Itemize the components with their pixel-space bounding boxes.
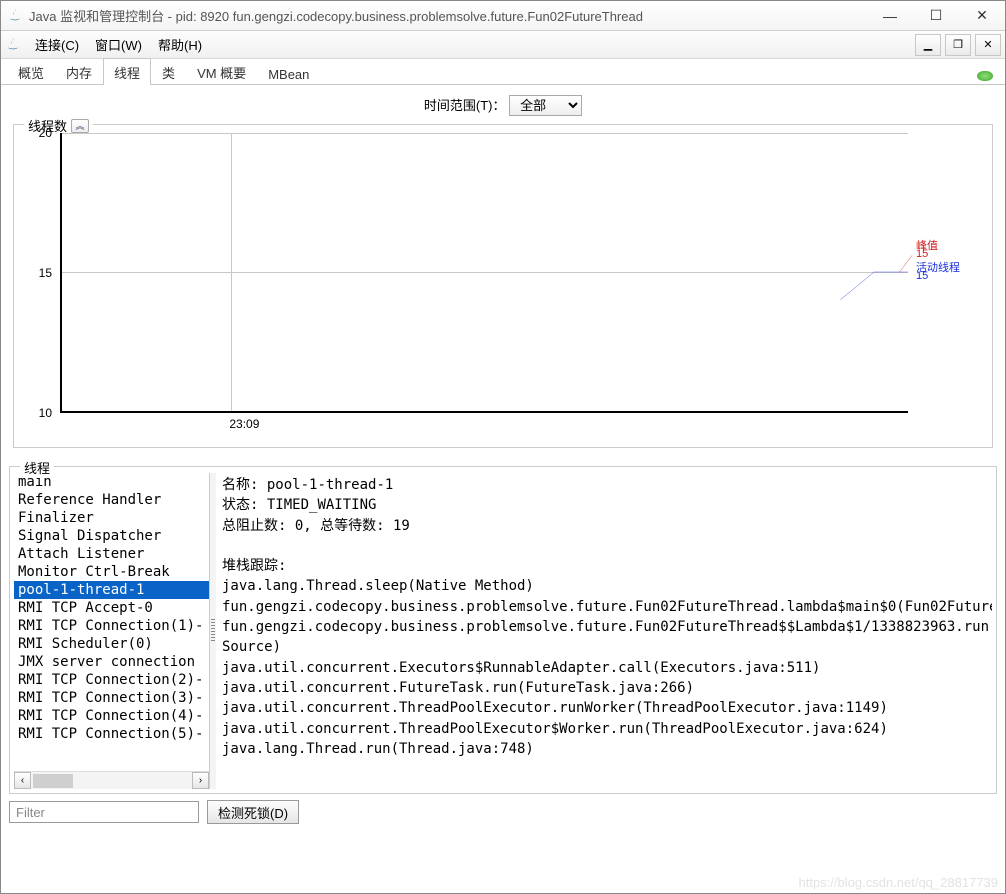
detail-blocked-line: 总阻止数: 0, 总等待数: 19	[222, 516, 986, 536]
thread-list-hscrollbar[interactable]: ‹ ›	[14, 771, 209, 789]
menu-connect[interactable]: 连接(C)	[27, 31, 87, 58]
scroll-left-icon[interactable]: ‹	[14, 772, 31, 789]
thread-list[interactable]: mainReference HandlerFinalizerSignal Dis…	[14, 473, 209, 771]
time-range-row: 时间范围(T)： 全部	[9, 91, 997, 124]
stack-frame: java.util.concurrent.FutureTask.run(Futu…	[222, 678, 986, 698]
connection-status-icon	[977, 69, 999, 84]
stack-frame: fun.gengzi.codecopy.business.problemsolv…	[222, 597, 986, 617]
thread-list-item[interactable]: RMI TCP Connection(3)-	[14, 689, 209, 707]
mdi-minimize-button[interactable]: ▁	[915, 34, 941, 56]
java-icon	[7, 8, 23, 24]
scroll-right-icon[interactable]: ›	[192, 772, 209, 789]
time-range-label: 时间范围(T)：	[424, 98, 506, 113]
thread-list-item[interactable]: RMI TCP Connection(2)-	[14, 671, 209, 689]
legend-peak-value: 15	[916, 248, 928, 260]
thread-list-item[interactable]: RMI TCP Connection(1)-	[14, 617, 209, 635]
menubar: 连接(C) 窗口(W) 帮助(H) ▁ ❐ ✕	[1, 31, 1005, 59]
detail-name-value: pool-1-thread-1	[267, 477, 393, 493]
window-controls: — ☐ ✕	[867, 1, 1005, 31]
stack-frame: java.util.concurrent.ThreadPoolExecutor.…	[222, 698, 986, 718]
mdi-close-button[interactable]: ✕	[975, 34, 1001, 56]
thread-list-item[interactable]: RMI TCP Connection(4)-	[14, 707, 209, 725]
close-button[interactable]: ✕	[959, 1, 1005, 31]
stack-frame: java.lang.Thread.sleep(Native Method)	[222, 576, 986, 596]
filter-input[interactable]	[9, 801, 199, 823]
window-title: Java 监视和管理控制台 - pid: 8920 fun.gengzi.cod…	[29, 6, 867, 25]
window-titlebar: Java 监视和管理控制台 - pid: 8920 fun.gengzi.cod…	[1, 1, 1005, 31]
detail-state-value: TIMED_WAITING	[267, 497, 377, 513]
thread-list-item[interactable]: Signal Dispatcher	[14, 527, 209, 545]
tab-vm-summary[interactable]: VM 概要	[186, 58, 257, 85]
thread-list-item[interactable]: pool-1-thread-1	[14, 581, 209, 599]
maximize-button[interactable]: ☐	[913, 1, 959, 31]
watermark: https://blog.csdn.net/qq_28817739	[799, 875, 999, 890]
menu-window[interactable]: 窗口(W)	[87, 31, 150, 58]
menu-help[interactable]: 帮助(H)	[150, 31, 210, 58]
stack-frame: java.util.concurrent.ThreadPoolExecutor$…	[222, 719, 986, 739]
plot-area	[60, 133, 908, 413]
thread-count-chart: 20 15 10 23:09 峰值 15 活动线程 15	[60, 133, 982, 443]
y-tick: 20	[39, 126, 52, 140]
stack-trace-title: 堆栈跟踪:	[222, 556, 986, 576]
thread-count-chart-panel: 线程数 ︽ 20 15 10 23:09 峰值 15 活	[13, 124, 993, 448]
tab-overview[interactable]: 概览	[7, 58, 55, 85]
thread-list-item[interactable]: Attach Listener	[14, 545, 209, 563]
detect-deadlock-button[interactable]: 检测死锁(D)	[207, 800, 299, 824]
threads-panel: 线程 mainReference HandlerFinalizerSignal …	[9, 466, 997, 794]
tab-memory[interactable]: 内存	[55, 58, 103, 85]
thread-list-item[interactable]: RMI TCP Accept-0	[14, 599, 209, 617]
collapse-chart-button[interactable]: ︽	[71, 119, 89, 133]
y-tick: 15	[39, 266, 52, 280]
thread-list-item[interactable]: RMI TCP Connection(5)-	[14, 725, 209, 743]
x-tick: 23:09	[229, 417, 259, 431]
stack-frame: fun.gengzi.codecopy.business.problemsolv…	[222, 617, 986, 658]
threads-panel-title: 线程	[20, 458, 54, 477]
tab-classes[interactable]: 类	[151, 58, 186, 85]
time-range-select[interactable]: 全部	[509, 95, 582, 116]
mdi-restore-button[interactable]: ❐	[945, 34, 971, 56]
java-icon	[5, 37, 21, 53]
stack-frame: java.util.concurrent.Executors$RunnableA…	[222, 658, 986, 678]
scroll-thumb[interactable]	[33, 774, 73, 788]
thread-list-item[interactable]: JMX server connection	[14, 653, 209, 671]
thread-list-item[interactable]: Finalizer	[14, 509, 209, 527]
tab-threads[interactable]: 线程	[103, 58, 151, 85]
legend-live-value: 15	[916, 270, 928, 282]
detail-name-label: 名称:	[222, 477, 258, 493]
thread-list-item[interactable]: Reference Handler	[14, 491, 209, 509]
detail-state-label: 状态:	[222, 497, 258, 513]
tab-mbean[interactable]: MBean	[257, 62, 320, 85]
tabbar: 概览 内存 线程 类 VM 概要 MBean	[1, 59, 1005, 85]
thread-list-item[interactable]: Monitor Ctrl-Break	[14, 563, 209, 581]
thread-list-item[interactable]: RMI Scheduler(0)	[14, 635, 209, 653]
y-tick: 10	[39, 406, 52, 420]
stack-frame: java.lang.Thread.run(Thread.java:748)	[222, 739, 986, 759]
thread-detail-pane: 名称: pool-1-thread-1 状态: TIMED_WAITING 总阻…	[216, 473, 992, 789]
minimize-button[interactable]: —	[867, 1, 913, 31]
